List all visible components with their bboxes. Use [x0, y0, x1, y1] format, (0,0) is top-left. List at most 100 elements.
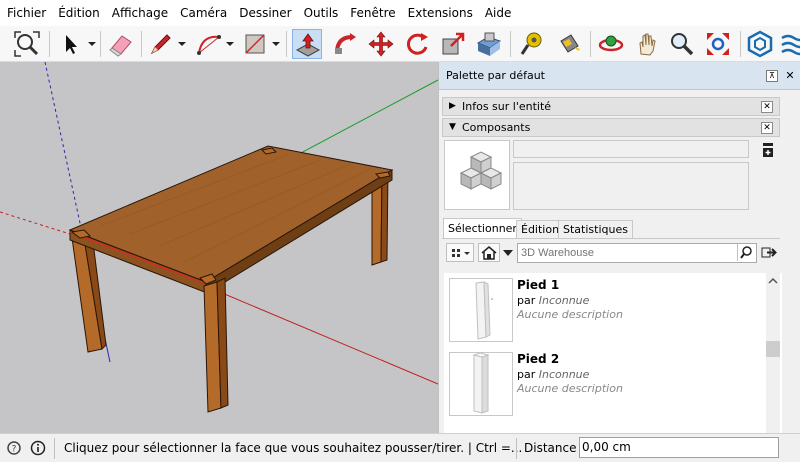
menu-edition[interactable]: Édition — [55, 0, 109, 26]
author-name: Inconnue — [538, 294, 590, 307]
component-preview — [444, 140, 510, 210]
list-scrollbar[interactable] — [766, 273, 780, 433]
author-name: Inconnue — [538, 368, 590, 381]
pin-icon[interactable]: ⊼ — [766, 70, 778, 82]
list-item[interactable]: Pied 1 par Inconnue Aucune description — [444, 278, 764, 344]
component-thumbnail — [449, 352, 513, 416]
3d-scene — [0, 62, 438, 413]
menu-outils[interactable]: Outils — [301, 0, 348, 26]
offset-icon[interactable] — [474, 29, 504, 59]
navigation-dropdown-icon[interactable] — [501, 243, 515, 262]
measurements-input[interactable]: 0,00 cm — [579, 437, 779, 458]
menu-bar: Fichier Édition Affichage Caméra Dessine… — [0, 0, 800, 26]
home-button[interactable] — [478, 243, 500, 262]
leg-thumbnail-icon — [475, 281, 493, 340]
toolbar-separator — [100, 31, 101, 57]
status-separator — [516, 438, 517, 459]
geo-location-icon[interactable]: ? — [6, 440, 22, 456]
move-icon[interactable] — [366, 29, 396, 59]
component-author-line: par Inconnue — [517, 294, 589, 307]
status-message: Cliquez pour sélectionner la face que vo… — [64, 441, 523, 455]
arc-icon[interactable] — [194, 29, 224, 59]
arc-dropdown-icon[interactable] — [226, 40, 234, 48]
shape-dropdown-icon[interactable] — [272, 40, 280, 48]
tab-selectionner[interactable]: Sélectionner — [443, 218, 522, 239]
component-name: Pied 2 — [517, 352, 560, 366]
default-tray: Palette par défaut ⊼ ✕ ▶ Infos sur l'ent… — [438, 62, 800, 433]
components-cube-icon — [459, 151, 503, 190]
scroll-up-icon[interactable] — [766, 276, 780, 286]
component-name: Pied 1 — [517, 278, 560, 292]
pencil-line-icon[interactable] — [146, 29, 176, 59]
toolbar-separator — [740, 31, 741, 57]
close-components-icon[interactable]: ✕ — [761, 122, 773, 134]
component-author-line: par Inconnue — [517, 368, 589, 381]
zoom-window-icon[interactable] — [703, 29, 733, 59]
close-tray-icon[interactable]: ✕ — [783, 69, 797, 83]
home-icon — [481, 246, 497, 260]
entity-info-header[interactable]: ▶ Infos sur l'entité ✕ — [442, 97, 780, 116]
eraser-icon[interactable] — [106, 29, 136, 59]
list-item[interactable]: Pied 2 par Inconnue Aucune description — [444, 352, 764, 418]
tray-scrollbar[interactable] — [789, 90, 800, 433]
main-toolbar — [0, 26, 800, 62]
menu-affichage[interactable]: Affichage — [109, 0, 177, 26]
orbit-icon[interactable] — [596, 29, 626, 59]
info-icon[interactable] — [30, 440, 46, 456]
component-description: Aucune description — [517, 308, 623, 321]
toolbar-separator — [510, 31, 511, 57]
sketchup-window: Fichier Édition Affichage Caméra Dessine… — [0, 0, 800, 462]
menu-extensions[interactable]: Extensions — [405, 0, 482, 26]
line-dropdown-icon[interactable] — [178, 40, 186, 48]
select-icon[interactable] — [56, 29, 86, 59]
warehouse-icon[interactable] — [745, 29, 775, 59]
component-name-field[interactable] — [513, 140, 749, 158]
by-label: par — [517, 368, 536, 381]
details-arrow-icon[interactable] — [762, 142, 774, 158]
push-pull-icon[interactable] — [292, 29, 322, 59]
rotate-icon[interactable] — [402, 29, 432, 59]
export-arrow-icon[interactable] — [761, 243, 777, 262]
warehouse-search-input[interactable] — [517, 243, 757, 263]
search-button[interactable] — [737, 244, 755, 261]
toolbar-separator — [141, 31, 142, 57]
close-entity-info-icon[interactable]: ✕ — [761, 101, 773, 113]
entity-info-title: Infos sur l'entité — [462, 100, 552, 113]
view-options-button[interactable] — [446, 243, 474, 262]
tab-statistiques[interactable]: Statistiques — [558, 220, 633, 239]
tape-measure-icon[interactable] — [517, 29, 547, 59]
model-viewport[interactable] — [0, 62, 438, 433]
rectangle-icon[interactable] — [240, 29, 270, 59]
measurements-label: Distance — [524, 441, 577, 455]
scroll-thumb[interactable] — [766, 341, 780, 357]
toolbar-separator — [286, 31, 287, 57]
menu-camera[interactable]: Caméra — [177, 0, 236, 26]
components-header[interactable]: ▼ Composants ✕ — [442, 118, 780, 137]
zoom-icon[interactable] — [667, 29, 697, 59]
zoom-extents-icon[interactable] — [12, 29, 42, 59]
components-title: Composants — [462, 121, 531, 134]
scale-icon[interactable] — [438, 29, 468, 59]
component-description-field[interactable] — [513, 162, 749, 210]
select-dropdown-icon[interactable] — [88, 40, 96, 48]
pan-icon[interactable] — [632, 29, 662, 59]
tray-title-bar: Palette par défaut ⊼ ✕ — [439, 62, 800, 90]
search-icon — [740, 246, 752, 259]
red-axis-dashed — [0, 211, 71, 235]
component-list: Pied 1 par Inconnue Aucune description P… — [444, 273, 782, 433]
status-separator — [54, 438, 55, 459]
svg-text:?: ? — [12, 445, 17, 455]
menu-dessiner[interactable]: Dessiner — [236, 0, 300, 26]
extension-warehouse-icon[interactable] — [778, 29, 800, 59]
follow-me-icon[interactable] — [330, 29, 360, 59]
tab-underline — [442, 238, 780, 239]
toolbar-separator — [590, 31, 591, 57]
component-thumbnail — [449, 278, 513, 342]
toolbar-separator — [49, 31, 50, 57]
by-label: par — [517, 294, 536, 307]
menu-fichier[interactable]: Fichier — [4, 0, 55, 26]
paint-bucket-icon[interactable] — [553, 29, 583, 59]
tab-edition[interactable]: Édition — [516, 220, 565, 239]
menu-aide[interactable]: Aide — [482, 0, 521, 26]
menu-fenetre[interactable]: Fenêtre — [347, 0, 404, 26]
